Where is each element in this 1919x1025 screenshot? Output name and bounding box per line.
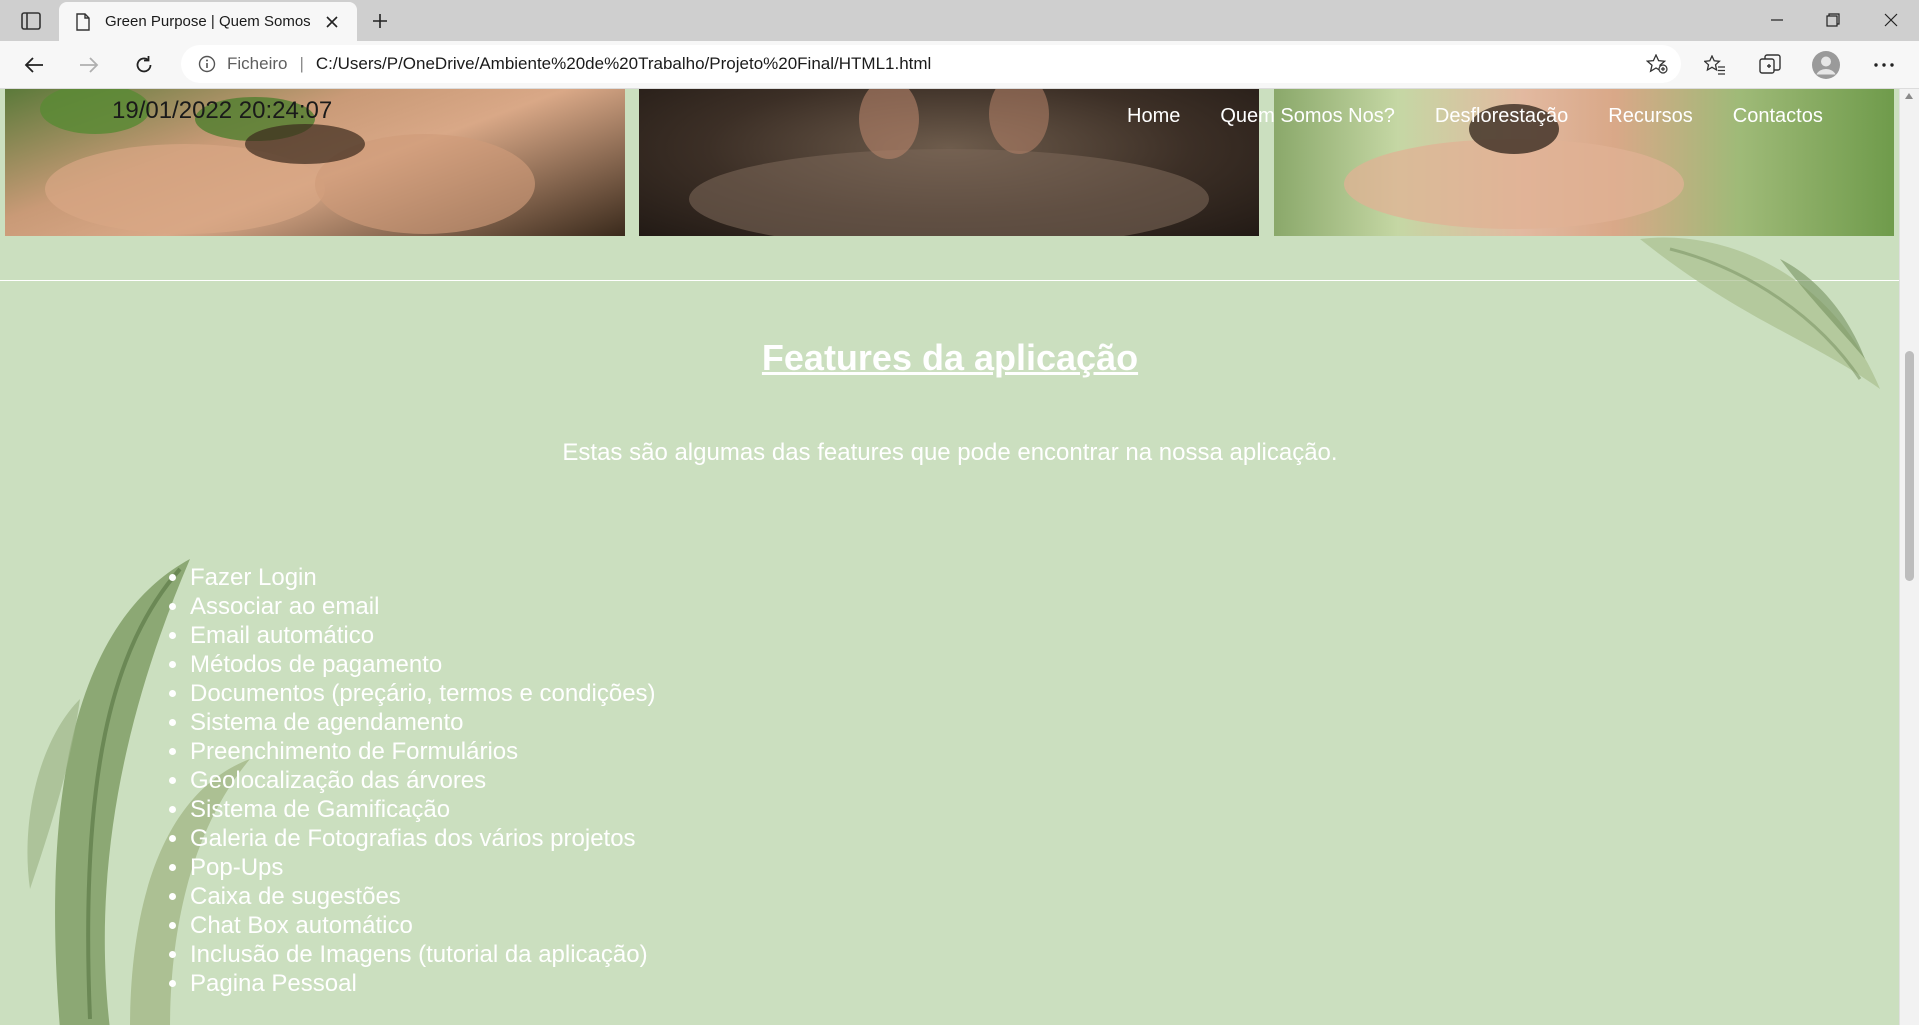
browser-tab-active[interactable]: Green Purpose | Quem Somos Nos (59, 2, 357, 41)
address-url[interactable]: C:/Users/P/OneDrive/Ambiente%20de%20Trab… (316, 54, 931, 74)
back-button[interactable] (16, 48, 52, 82)
feature-item: Preenchimento de Formulários (190, 737, 656, 766)
current-datetime: 19/01/2022 20:24:07 (112, 97, 333, 124)
nav-recursos[interactable]: Recursos (1608, 105, 1692, 128)
feature-item: Email automático (190, 621, 656, 650)
tab-actions-icon[interactable] (14, 9, 48, 33)
browser-tab-bar: Green Purpose | Quem Somos Nos (0, 0, 1919, 41)
feature-item: Geolocalização das árvores (190, 766, 656, 795)
add-favorite-icon[interactable] (1645, 53, 1669, 75)
feature-item: Chat Box automático (190, 911, 656, 940)
nav-home[interactable]: Home (1127, 105, 1180, 128)
page-subtitle: Estas são algumas das features que pode … (562, 439, 1338, 466)
feature-item: Documentos (preçário, termos e condições… (190, 679, 656, 708)
info-icon[interactable] (197, 54, 217, 74)
nav-desflorestacao[interactable]: Desflorestação (1435, 105, 1568, 128)
feature-item: Caixa de sugestões (190, 882, 656, 911)
web-page: 19/01/2022 20:24:07 Home Quem Somos Nos?… (0, 89, 1900, 1025)
profile-avatar[interactable] (1808, 48, 1844, 82)
feature-item: Sistema de agendamento (190, 708, 656, 737)
page-title: Features da aplicação (761, 337, 1139, 378)
page-scrollbar[interactable] (1899, 89, 1919, 1025)
collections-icon[interactable] (1752, 48, 1788, 82)
feature-item: Pop-Ups (190, 853, 656, 882)
feature-item: Associar ao email (190, 592, 656, 621)
feature-item: Sistema de Gamificação (190, 795, 656, 824)
refresh-button[interactable] (126, 48, 162, 82)
more-menu-icon[interactable] (1866, 48, 1902, 82)
features-list: Fazer Login Associar ao email Email auto… (158, 563, 656, 998)
feature-item: Inclusão de Imagens (tutorial da aplicaç… (190, 940, 656, 969)
page-icon (73, 12, 93, 32)
favorites-icon[interactable] (1697, 48, 1733, 82)
new-tab-button[interactable] (366, 8, 394, 34)
feature-item: Fazer Login (190, 563, 656, 592)
minimize-button[interactable] (1749, 0, 1805, 40)
scrollbar-thumb[interactable] (1905, 351, 1914, 581)
main-nav: Home Quem Somos Nos? Desflorestação Recu… (1127, 105, 1863, 128)
address-scheme: Ficheiro (227, 54, 288, 73)
browser-toolbar: Ficheiro | C:/Users/P/OneDrive/Ambiente%… (0, 41, 1919, 89)
section-divider (0, 280, 1900, 281)
scroll-up-icon[interactable] (1905, 93, 1913, 99)
address-bar[interactable]: Ficheiro | C:/Users/P/OneDrive/Ambiente%… (181, 45, 1681, 83)
close-tab-icon[interactable] (322, 12, 342, 32)
feature-item: Pagina Pessoal (190, 969, 656, 998)
nav-contactos[interactable]: Contactos (1733, 105, 1823, 128)
tab-title: Green Purpose | Quem Somos Nos (105, 13, 310, 30)
close-window-button[interactable] (1863, 0, 1919, 40)
nav-quem-somos-nos[interactable]: Quem Somos Nos? (1220, 105, 1395, 128)
address-separator: | (299, 54, 304, 73)
restore-button[interactable] (1805, 0, 1861, 40)
feature-item: Métodos de pagamento (190, 650, 656, 679)
forward-button[interactable] (71, 48, 107, 82)
feature-item: Galeria de Fotografias dos vários projet… (190, 824, 656, 853)
